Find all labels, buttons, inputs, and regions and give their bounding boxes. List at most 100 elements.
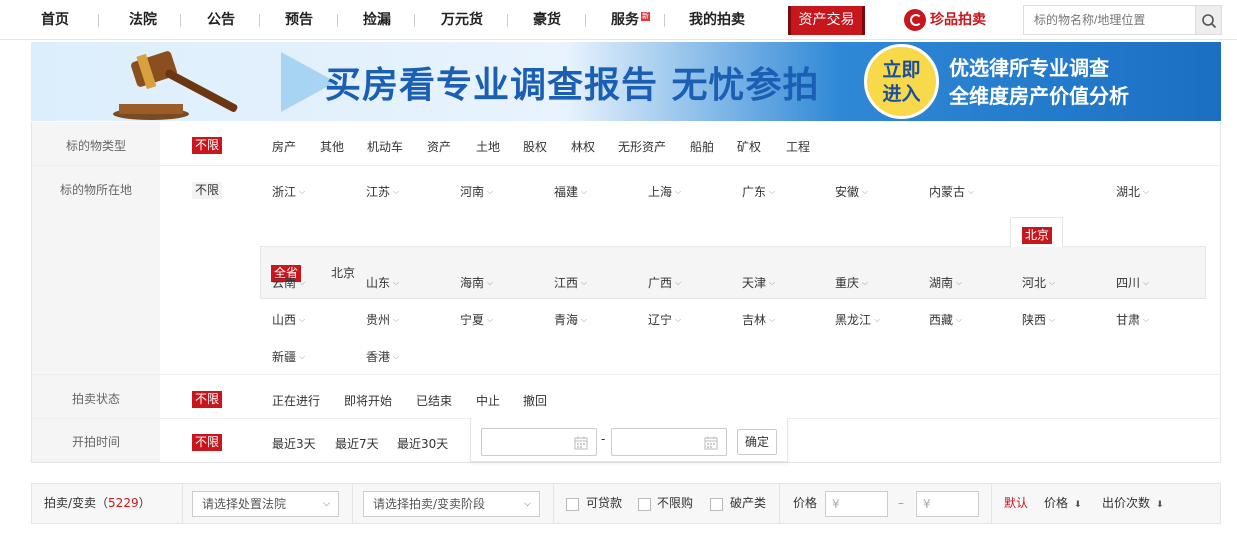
status-option[interactable]: 即将开始 xyxy=(344,392,392,409)
province-option[interactable]: 江西 ⌵ xyxy=(554,274,587,291)
province-option[interactable]: 湖南 ⌵ xyxy=(929,274,962,291)
nav-notice[interactable]: 公告 xyxy=(207,0,235,40)
brand-link[interactable]: 珍品拍卖 xyxy=(904,8,986,32)
calendar-icon xyxy=(574,436,588,450)
province-option[interactable]: 贵州 ⌵ xyxy=(366,311,399,328)
province-option[interactable]: 广西 ⌵ xyxy=(648,274,681,291)
province-option[interactable]: 香港 ⌵ xyxy=(366,348,399,365)
province-option[interactable]: 河南 ⌵ xyxy=(460,183,493,200)
province-option[interactable]: 江苏 ⌵ xyxy=(366,183,399,200)
province-option[interactable]: 山西 ⌵ xyxy=(272,311,305,328)
type-option[interactable]: 船舶 xyxy=(690,138,714,155)
nav-my-auction[interactable]: 我的拍卖 xyxy=(689,0,745,40)
search-button[interactable] xyxy=(1195,5,1222,35)
no-purchase-limit-checkbox[interactable] xyxy=(638,498,651,511)
province-option[interactable]: 黑龙江 ⌵ xyxy=(835,311,880,328)
type-option[interactable]: 资产 xyxy=(427,138,451,155)
time-option[interactable]: 最近30天 xyxy=(397,435,448,452)
calendar-icon xyxy=(704,436,718,450)
brand-logo-icon xyxy=(904,9,926,31)
province-option[interactable]: 青海 ⌵ xyxy=(554,311,587,328)
nav-luxury[interactable]: 豪货 xyxy=(533,0,561,40)
location-unlimited-option[interactable]: 不限 xyxy=(192,182,223,199)
price-min-input[interactable]: ¥ xyxy=(825,491,888,517)
status-option[interactable]: 中止 xyxy=(476,392,500,409)
province-option[interactable]: 重庆 ⌵ xyxy=(835,274,868,291)
court-select[interactable]: 请选择处置法院 ⌵ xyxy=(192,491,339,517)
province-option[interactable]: 天津 ⌵ xyxy=(742,274,775,291)
province-option[interactable]: 河北 ⌵ xyxy=(1022,274,1055,291)
search-input[interactable] xyxy=(1023,5,1196,35)
date-confirm-button[interactable]: 确定 xyxy=(737,429,777,455)
bankruptcy-checkbox[interactable] xyxy=(710,498,723,511)
province-option[interactable]: 宁夏 ⌵ xyxy=(460,311,493,328)
province-option[interactable]: 山东 ⌵ xyxy=(366,274,399,291)
province-option[interactable]: 辽宁 ⌵ xyxy=(648,311,681,328)
type-unlimited-option[interactable]: 不限 xyxy=(192,137,223,154)
province-option[interactable]: 新疆 ⌵ xyxy=(272,348,305,365)
province-option[interactable]: 安徽 ⌵ xyxy=(835,183,868,200)
end-date-input[interactable] xyxy=(611,428,727,456)
city-option[interactable]: 北京 xyxy=(331,265,355,282)
time-option[interactable]: 最近7天 xyxy=(335,435,379,452)
status-option[interactable]: 正在进行 xyxy=(272,392,320,409)
type-option[interactable]: 其他 xyxy=(320,138,344,155)
top-nav: 首页 法院 公告 预告 捡漏 万元货 豪货 服务新 我的拍卖 资产交易 珍品拍卖 xyxy=(0,0,1237,40)
sort-bids-option[interactable]: 出价次数 ⬇ xyxy=(1102,484,1164,523)
result-count: 拍卖/变卖（5229） xyxy=(44,496,151,510)
arrow-down-icon: ⬇ xyxy=(1156,500,1164,510)
province-option[interactable]: 湖北 ⌵ xyxy=(1116,183,1149,200)
nav-ten-thousand[interactable]: 万元货 xyxy=(441,0,483,40)
type-option[interactable]: 股权 xyxy=(523,138,547,155)
province-option[interactable]: 云南 ⌵ xyxy=(272,274,305,291)
type-option[interactable]: 土地 xyxy=(476,138,500,155)
province-option[interactable]: 陕西 ⌵ xyxy=(1022,311,1055,328)
banner-enter-button[interactable]: 立即 进入 xyxy=(864,44,939,119)
province-option[interactable]: 海南 ⌵ xyxy=(460,274,493,291)
search-icon xyxy=(1202,14,1217,29)
nav-home[interactable]: 首页 xyxy=(41,0,69,40)
time-option[interactable]: 最近3天 xyxy=(272,435,316,452)
divider xyxy=(991,484,992,523)
type-option[interactable]: 林权 xyxy=(571,138,595,155)
stage-select[interactable]: 请选择拍卖/变卖阶段 ⌵ xyxy=(363,491,540,517)
type-option[interactable]: 矿权 xyxy=(737,138,761,155)
type-option[interactable]: 无形资产 xyxy=(618,138,666,155)
province-option[interactable]: 西藏 ⌵ xyxy=(929,311,962,328)
nav-service[interactable]: 服务新 xyxy=(611,0,650,40)
province-option[interactable]: 吉林 ⌵ xyxy=(742,311,775,328)
province-option[interactable]: 广东 ⌵ xyxy=(742,183,775,200)
banner-headline: 买房看专业调查报告 无忧参拍 xyxy=(325,65,820,106)
nav-bargain[interactable]: 捡漏 xyxy=(363,0,391,40)
divider xyxy=(553,484,554,523)
province-option-selected[interactable]: 北京 xyxy=(1010,217,1063,248)
nav-service-label: 服务 xyxy=(611,12,639,28)
province-option[interactable]: 福建 ⌵ xyxy=(554,183,587,200)
time-unlimited-option[interactable]: 不限 xyxy=(192,434,223,451)
type-option[interactable]: 工程 xyxy=(786,138,810,155)
province-option[interactable]: 内蒙古 ⌵ xyxy=(929,183,974,200)
new-badge-icon: 新 xyxy=(641,12,650,21)
sort-default-option[interactable]: 默认 xyxy=(1004,484,1028,523)
status-option[interactable]: 已结束 xyxy=(416,392,452,409)
nav-preview[interactable]: 预告 xyxy=(285,0,313,40)
asset-trade-button[interactable]: 资产交易 xyxy=(788,6,865,35)
divider xyxy=(779,484,780,523)
start-date-input[interactable] xyxy=(481,428,597,456)
province-option[interactable]: 浙江 ⌵ xyxy=(272,183,305,200)
sort-price-option[interactable]: 价格 ⬇ xyxy=(1044,484,1082,523)
province-option[interactable]: 甘肃 ⌵ xyxy=(1116,311,1149,328)
province-option[interactable]: 四川 ⌵ xyxy=(1116,274,1149,291)
filter-label-start-time: 开拍时间 xyxy=(32,419,160,462)
type-option[interactable]: 机动车 xyxy=(367,138,403,155)
promo-banner[interactable]: 买房看专业调查报告 无忧参拍 立即 进入 优选律所专业调查 全维度房产价值分析 xyxy=(31,42,1221,121)
loanable-checkbox[interactable] xyxy=(566,498,579,511)
status-option[interactable]: 撤回 xyxy=(523,392,547,409)
status-unlimited-option[interactable]: 不限 xyxy=(192,391,223,408)
banner-cta-line2: 进入 xyxy=(882,83,921,105)
province-option[interactable]: 上海 ⌵ xyxy=(648,183,681,200)
gavel-icon xyxy=(113,51,238,120)
type-option[interactable]: 房产 xyxy=(272,138,296,155)
price-max-input[interactable]: ¥ xyxy=(916,491,979,517)
nav-court[interactable]: 法院 xyxy=(129,0,157,40)
